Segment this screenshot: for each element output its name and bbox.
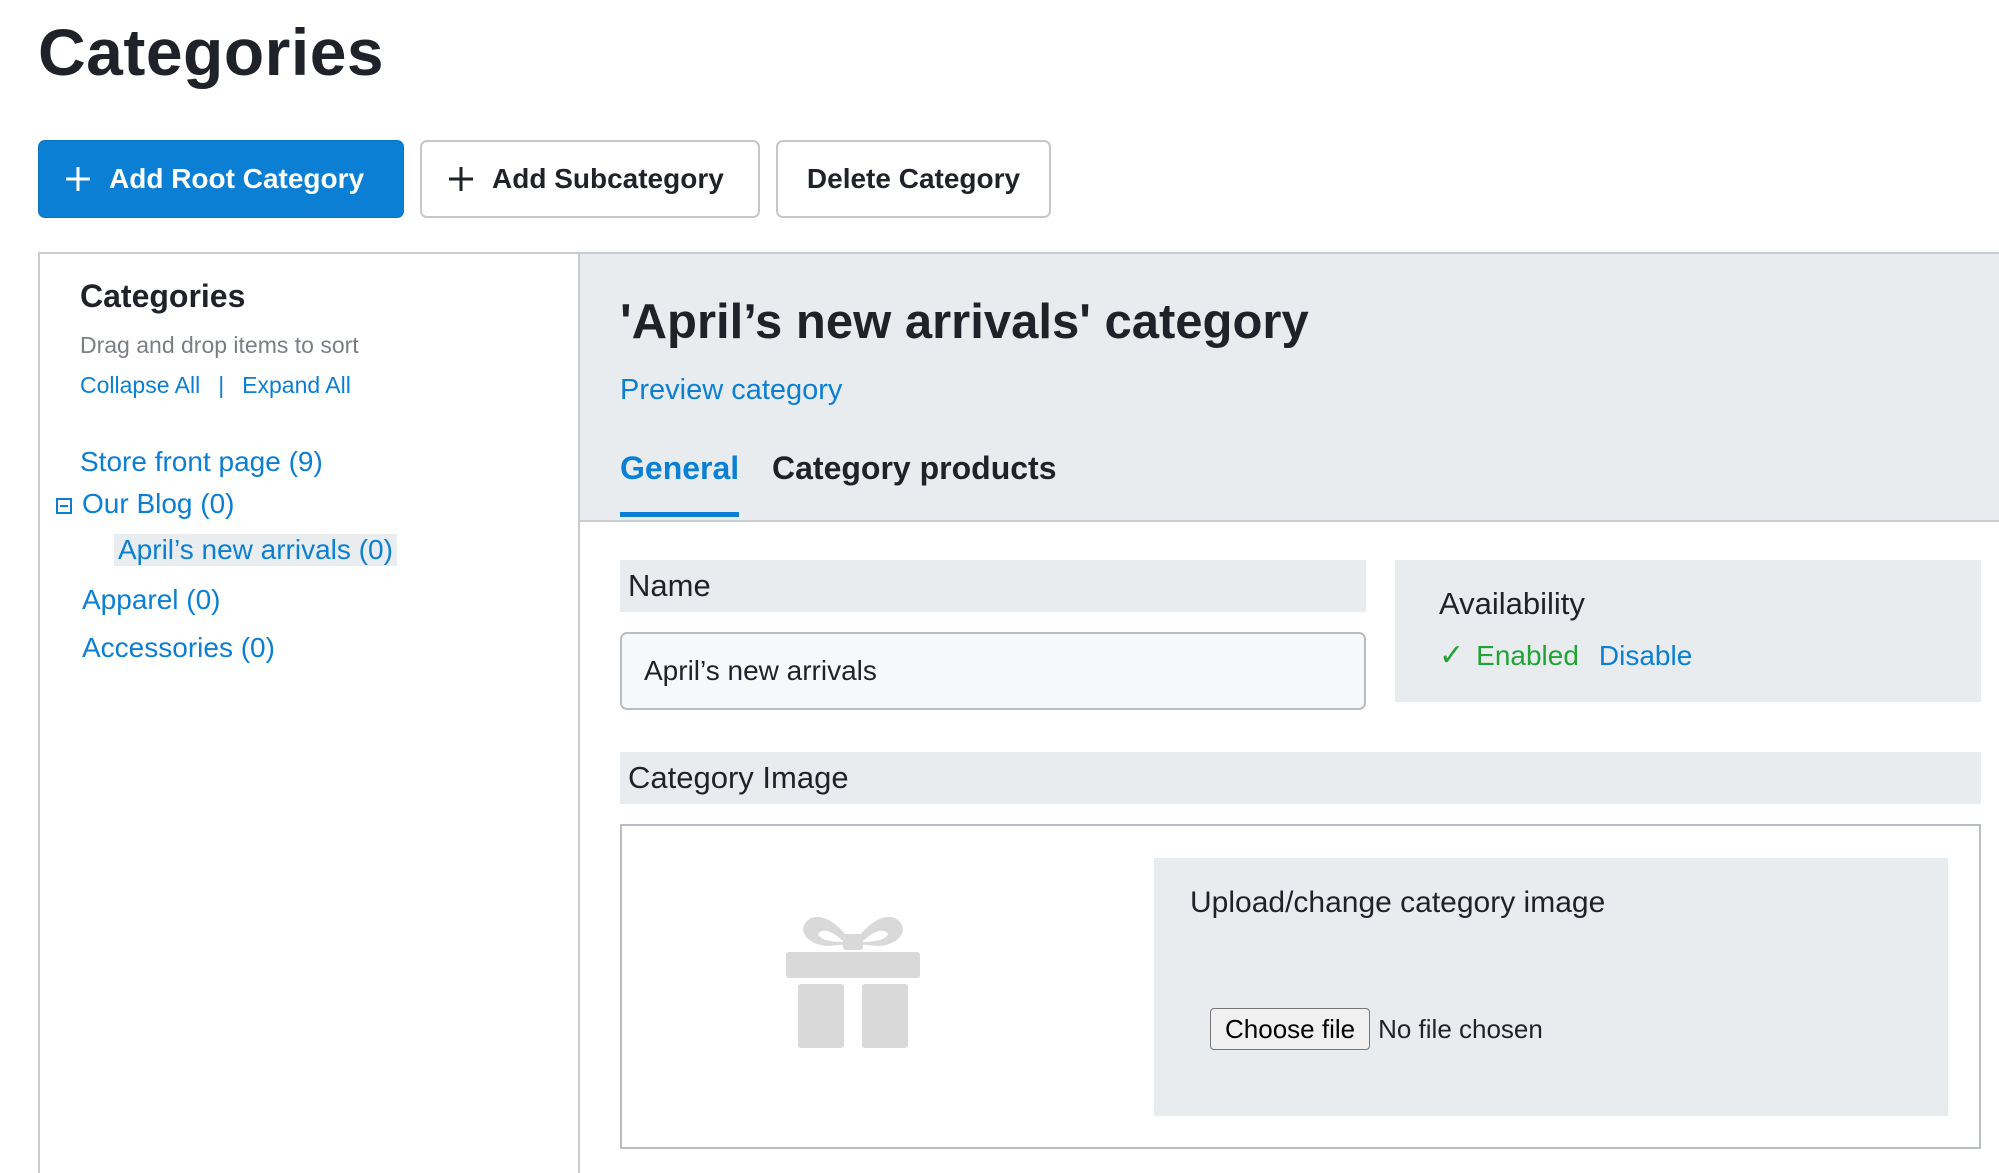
sidebar-hint: Drag and drop items to sort	[80, 332, 359, 358]
sidebar-title: Categories	[80, 278, 246, 314]
availability-panel: Availability ✓ Enabled Disable	[1395, 560, 1981, 702]
category-image-label: Category Image	[620, 752, 1981, 804]
check-icon: ✓	[1439, 639, 1465, 672]
delete-category-label: Delete Category	[806, 163, 1021, 194]
tab-category-products[interactable]: Category products	[772, 450, 1056, 487]
category-editor: 'April’s new arrivals' category Preview …	[580, 254, 1999, 1173]
upload-title: Upload/change category image	[1190, 886, 1606, 919]
file-input: Choose file No file chosen	[1210, 1008, 1543, 1050]
add-root-category-button[interactable]: Add Root Category	[38, 140, 404, 218]
no-file-text: No file chosen	[1378, 1013, 1543, 1044]
name-label: Name	[620, 560, 1366, 612]
tree-item-store-front-page[interactable]: Store front page (9)	[80, 446, 323, 478]
toolbar: Add Root Category Add Subcategory Delete…	[38, 140, 1051, 218]
tree-controls: Collapse All | Expand All	[80, 372, 351, 399]
plus-icon	[66, 167, 90, 191]
disable-link[interactable]: Disable	[1599, 640, 1692, 672]
expand-all-link[interactable]: Expand All	[242, 372, 351, 398]
collapse-node-icon[interactable]	[56, 498, 72, 514]
add-subcategory-button[interactable]: Add Subcategory	[420, 140, 760, 218]
upload-panel: Upload/change category image Choose file…	[1154, 858, 1948, 1116]
category-title: 'April’s new arrivals' category	[620, 295, 1309, 349]
link-separator: |	[218, 372, 225, 398]
add-root-category-label: Add Root Category	[109, 163, 365, 194]
add-subcategory-label: Add Subcategory	[492, 163, 724, 194]
tree-item-aprils-new-arrivals[interactable]: April’s new arrivals (0)	[114, 534, 397, 566]
availability-title: Availability	[1439, 586, 1585, 621]
content-frame: Categories Drag and drop items to sort C…	[38, 252, 1999, 1173]
preview-category-link[interactable]: Preview category	[620, 374, 842, 407]
tree-item-accessories[interactable]: Accessories (0)	[82, 632, 275, 664]
editor-header: 'April’s new arrivals' category Preview …	[580, 254, 1999, 522]
tab-general[interactable]: General	[620, 450, 740, 517]
category-sidebar: Categories Drag and drop items to sort C…	[40, 254, 580, 1173]
tree-item-our-blog[interactable]: Our Blog (0)	[82, 488, 235, 520]
tree-item-apparel[interactable]: Apparel (0)	[82, 584, 221, 616]
category-image-box: Upload/change category image Choose file…	[620, 824, 1981, 1149]
delete-category-button[interactable]: Delete Category	[776, 140, 1051, 218]
collapse-all-link[interactable]: Collapse All	[80, 372, 200, 398]
availability-status-row: ✓ Enabled Disable	[1439, 638, 1692, 673]
enabled-status: Enabled	[1476, 639, 1579, 671]
page-title: Categories	[38, 15, 385, 89]
category-name-input[interactable]	[620, 632, 1366, 710]
choose-file-button[interactable]: Choose file	[1210, 1008, 1371, 1050]
plus-icon	[449, 167, 473, 191]
gift-icon	[786, 916, 920, 1048]
